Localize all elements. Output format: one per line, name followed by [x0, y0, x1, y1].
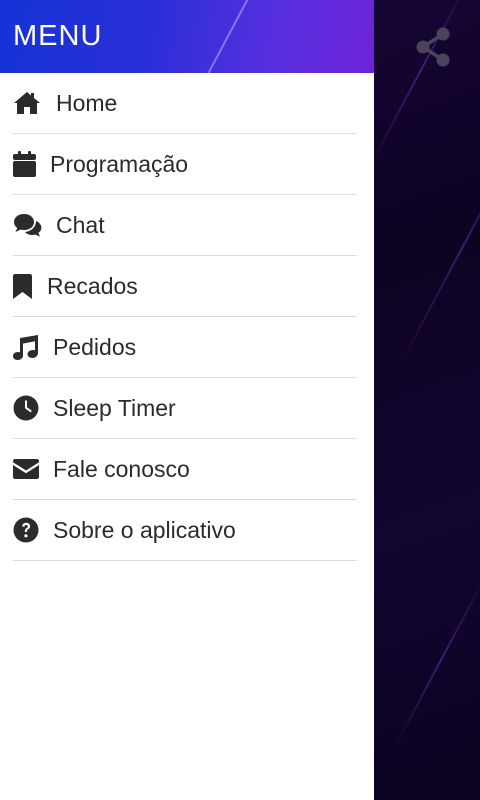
- music-icon: [13, 333, 53, 361]
- clock-icon: [13, 394, 53, 422]
- drawer-title: MENU: [13, 20, 103, 52]
- share-icon: [416, 27, 450, 67]
- app-screen: MENU Home Programação Chat Recados Pedid…: [0, 0, 480, 800]
- header-streak: [196, 0, 256, 73]
- menu-item-chat[interactable]: Chat: [13, 195, 357, 256]
- calendar-icon: [13, 150, 50, 178]
- bookmark-icon: [13, 272, 47, 300]
- chat-icon: [13, 211, 56, 239]
- menu-item-home[interactable]: Home: [13, 73, 357, 134]
- menu-item-label: Home: [56, 89, 118, 116]
- menu-item-sobre[interactable]: Sobre o aplicativo: [13, 500, 357, 561]
- drawer-header: MENU: [0, 0, 374, 73]
- menu-item-label: Programação: [50, 150, 189, 177]
- share-button[interactable]: [414, 26, 454, 68]
- navigation-drawer: MENU Home Programação Chat Recados Pedid…: [0, 0, 374, 800]
- background-streak: [393, 571, 480, 749]
- menu-item-pedidos[interactable]: Pedidos: [13, 317, 357, 378]
- menu-item-recados[interactable]: Recados: [13, 256, 357, 317]
- menu-list: Home Programação Chat Recados Pedidos Sl…: [0, 73, 374, 561]
- background-streak: [399, 134, 480, 366]
- home-icon: [13, 89, 56, 117]
- question-circle-icon: [13, 516, 53, 544]
- menu-item-label: Sleep Timer: [53, 394, 176, 421]
- menu-item-label: Pedidos: [53, 333, 137, 360]
- menu-item-label: Sobre o aplicativo: [53, 516, 236, 543]
- menu-item-label: Fale conosco: [53, 455, 190, 482]
- menu-item-programacao[interactable]: Programação: [13, 134, 357, 195]
- menu-item-sleep-timer[interactable]: Sleep Timer: [13, 378, 357, 439]
- menu-item-fale-conosco[interactable]: Fale conosco: [13, 439, 357, 500]
- menu-item-label: Recados: [47, 272, 138, 299]
- envelope-icon: [13, 455, 53, 483]
- menu-item-label: Chat: [56, 211, 105, 238]
